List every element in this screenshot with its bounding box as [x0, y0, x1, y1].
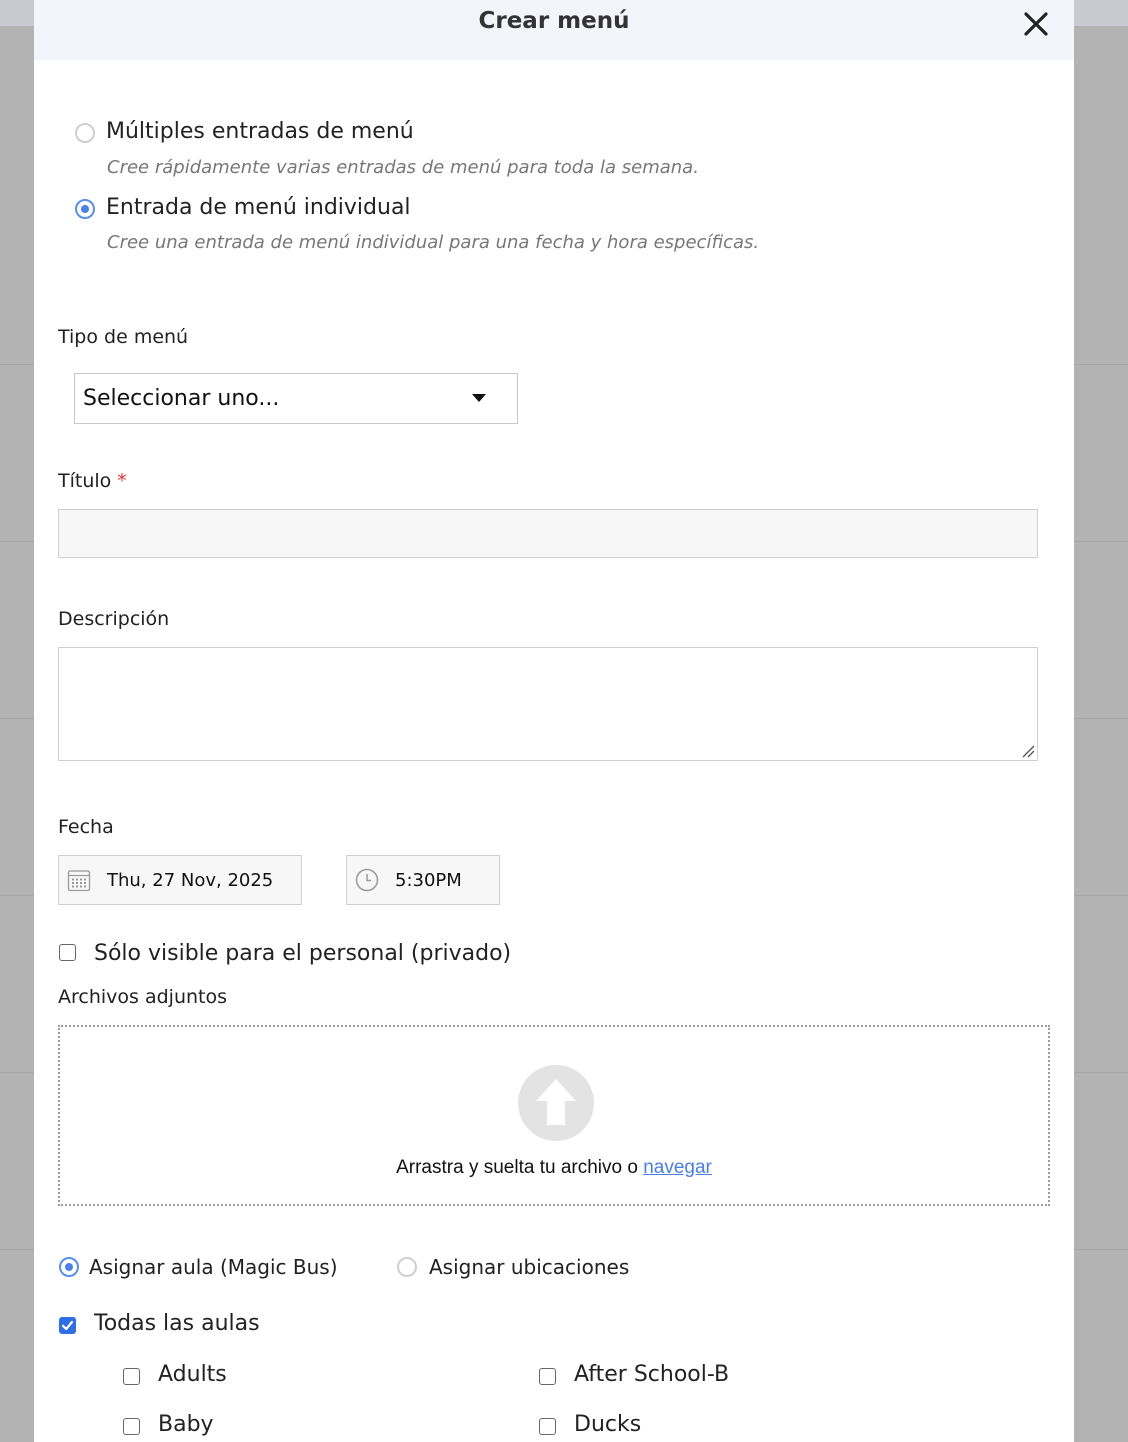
menu-type-select[interactable]: Seleccionar uno... [74, 373, 518, 424]
title-label-text: Título [58, 470, 112, 492]
dialog-title: Crear menú [478, 8, 630, 34]
time-value: 5:30PM [395, 870, 462, 891]
chevron-down-icon [472, 394, 486, 402]
background-divider [1074, 541, 1128, 542]
room-checkbox-ducks[interactable] [539, 1418, 556, 1435]
assign-locations-radio[interactable] [397, 1257, 417, 1277]
assign-locations-label[interactable]: Asignar ubicaciones [429, 1255, 629, 1279]
background-divider [0, 718, 34, 719]
room-checkbox-baby[interactable] [123, 1418, 140, 1435]
date-picker[interactable]: Thu, 27 Nov, 2025 [58, 855, 302, 905]
upload-icon [518, 1065, 594, 1141]
all-rooms-checkbox[interactable] [59, 1317, 76, 1334]
multiple-entries-label[interactable]: Múltiples entradas de menú [106, 119, 414, 144]
description-textarea[interactable] [58, 647, 1038, 761]
room-label-ducks[interactable]: Ducks [574, 1412, 641, 1437]
room-checkbox-after-school-b[interactable] [539, 1368, 556, 1385]
checkmark-icon [61, 1320, 74, 1331]
background-divider [0, 1072, 34, 1073]
dropzone-instruction: Arrastra y suelta tu archivo o [396, 1157, 644, 1178]
required-asterisk: * [117, 470, 127, 492]
background-divider [1074, 718, 1128, 719]
background-divider [1074, 364, 1128, 365]
single-entry-radio[interactable] [75, 199, 95, 219]
background-divider [0, 895, 34, 896]
resize-handle-icon[interactable] [1021, 744, 1035, 758]
menu-type-selected-value: Seleccionar uno... [83, 386, 280, 411]
room-checkbox-adults[interactable] [123, 1368, 140, 1385]
assign-classroom-radio[interactable] [59, 1257, 79, 1277]
single-entry-description: Cree una entrada de menú individual para… [107, 232, 760, 253]
menu-type-label: Tipo de menú [58, 326, 189, 348]
background-divider [1074, 1249, 1128, 1250]
file-dropzone[interactable]: Arrastra y suelta tu archivo o navegar [58, 1025, 1050, 1206]
assign-classroom-label[interactable]: Asignar aula (Magic Bus) [89, 1255, 338, 1279]
create-menu-dialog: Crear menú Múltiples entradas de menú Cr… [34, 0, 1074, 1442]
date-value: Thu, 27 Nov, 2025 [107, 870, 274, 891]
multiple-entries-description: Cree rápidamente varias entradas de menú… [107, 157, 699, 178]
room-label-after-school-b[interactable]: After School-B [574, 1362, 729, 1387]
dialog-header: Crear menú [34, 0, 1074, 60]
multiple-entries-radio[interactable] [75, 123, 95, 143]
calendar-icon [67, 870, 91, 892]
background-divider [1074, 895, 1128, 896]
title-input[interactable] [58, 509, 1038, 558]
private-checkbox-label[interactable]: Sólo visible para el personal (privado) [94, 941, 511, 966]
single-entry-label[interactable]: Entrada de menú individual [106, 195, 411, 220]
all-rooms-label[interactable]: Todas las aulas [94, 1311, 260, 1336]
room-label-baby[interactable]: Baby [158, 1412, 214, 1437]
title-label: Título * [58, 470, 127, 492]
description-label: Descripción [58, 608, 170, 630]
attachments-label: Archivos adjuntos [58, 986, 228, 1008]
background-divider [1074, 1072, 1128, 1073]
room-label-adults[interactable]: Adults [158, 1362, 227, 1387]
clock-icon [355, 868, 379, 892]
dropzone-text: Arrastra y suelta tu archivo o navegar [60, 1157, 1048, 1179]
private-checkbox[interactable] [59, 944, 76, 961]
date-label: Fecha [58, 816, 114, 838]
browse-link[interactable]: navegar [643, 1157, 712, 1178]
time-picker[interactable]: 5:30PM [346, 855, 500, 905]
background-divider [0, 364, 34, 365]
close-icon[interactable] [1022, 10, 1050, 38]
background-divider [0, 541, 34, 542]
background-divider [0, 1249, 34, 1250]
